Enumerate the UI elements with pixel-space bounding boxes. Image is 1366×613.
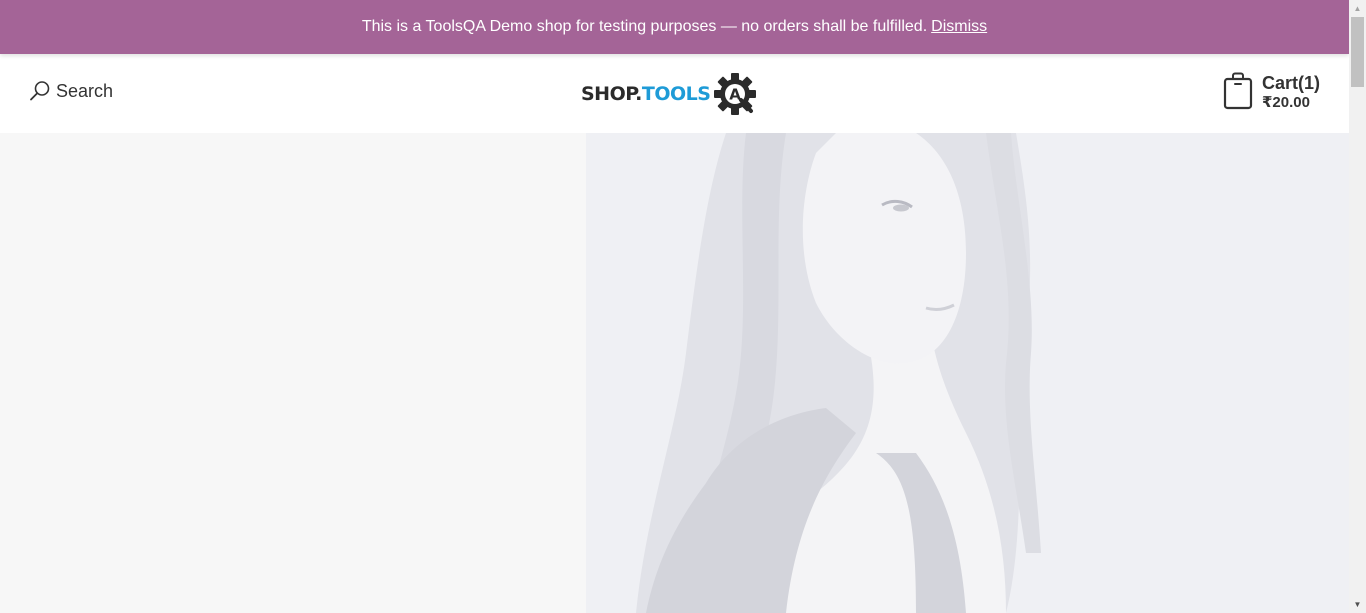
page-scrollbar[interactable]: ▲ ▼ bbox=[1349, 0, 1366, 613]
site-logo[interactable]: SHOP.TOOLS A bbox=[581, 72, 758, 116]
search-icon bbox=[29, 80, 51, 102]
cart-link[interactable]: Cart(1) ₹20.00 bbox=[1223, 72, 1320, 110]
hero-banner bbox=[0, 133, 1349, 613]
logo-badge-letter: A bbox=[730, 86, 742, 104]
cart-total: ₹20.00 bbox=[1262, 94, 1310, 111]
notice-text: This is a ToolsQA Demo shop for testing … bbox=[361, 18, 928, 35]
dismiss-link[interactable]: Dismiss bbox=[931, 18, 987, 36]
gear-icon: A bbox=[712, 71, 758, 117]
site-header: Search SHOP.TOOLS A Cart(1) ₹20.00 bbox=[0, 54, 1349, 133]
hero-model-image bbox=[586, 133, 1349, 613]
scroll-down-arrow-icon[interactable]: ▼ bbox=[1349, 596, 1366, 613]
scroll-up-arrow-icon[interactable]: ▲ bbox=[1349, 0, 1366, 17]
demo-store-notice: This is a ToolsQA Demo shop for testing … bbox=[0, 0, 1349, 54]
search-toggle[interactable]: Search bbox=[29, 80, 113, 102]
scroll-thumb[interactable] bbox=[1351, 17, 1364, 87]
shopping-bag-icon bbox=[1223, 72, 1253, 110]
search-label: Search bbox=[56, 80, 114, 101]
cart-summary: Cart(1) ₹20.00 bbox=[1262, 72, 1320, 110]
logo-wordmark: SHOP.TOOLS bbox=[581, 83, 711, 105]
logo-tools-text: TOOLS bbox=[641, 83, 711, 105]
logo-shop-text: SHOP. bbox=[581, 83, 642, 105]
page: This is a ToolsQA Demo shop for testing … bbox=[0, 0, 1366, 613]
cart-title: Cart(1) bbox=[1262, 73, 1321, 93]
